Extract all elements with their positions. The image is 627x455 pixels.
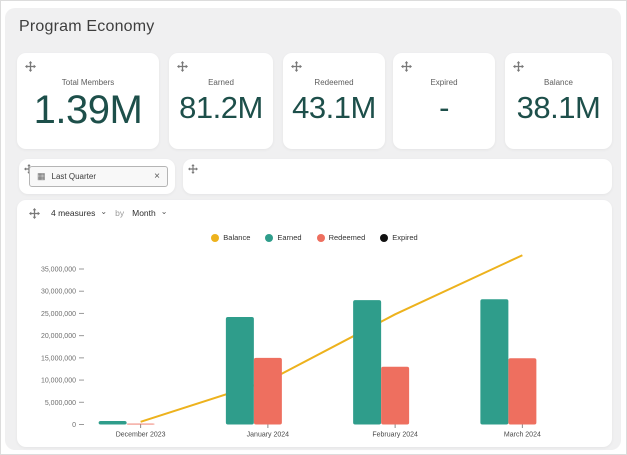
- legend-label: Expired: [392, 233, 417, 242]
- svg-text:25,000,000: 25,000,000: [41, 311, 76, 318]
- legend-dot: [380, 234, 388, 242]
- legend-label: Balance: [223, 233, 250, 242]
- kpi-card-expired: Expired -: [393, 53, 495, 149]
- calendar-icon: ▦: [37, 172, 46, 181]
- kpi-value: 81.2M: [179, 90, 263, 126]
- kpi-label: Earned: [208, 78, 234, 87]
- date-filter-chip[interactable]: ▦ Last Quarter ×: [29, 166, 168, 187]
- svg-text:30,000,000: 30,000,000: [41, 289, 76, 296]
- svg-text:20,000,000: 20,000,000: [41, 333, 76, 340]
- date-filter-card: ▦ Last Quarter ×: [19, 159, 175, 194]
- move-icon[interactable]: [513, 61, 524, 72]
- chevron-down-icon[interactable]: ⌄: [100, 207, 107, 216]
- svg-text:March 2024: March 2024: [504, 432, 541, 439]
- chart-legend: Balance Earned Redeemed Expired: [17, 233, 612, 242]
- legend-item-earned[interactable]: Earned: [265, 233, 301, 242]
- legend-item-balance[interactable]: Balance: [211, 233, 250, 242]
- measures-dropdown[interactable]: 4 measures: [51, 208, 95, 218]
- kpi-value: 1.39M: [34, 88, 143, 133]
- legend-label: Earned: [277, 233, 301, 242]
- kpi-card-total-members: Total Members 1.39M: [17, 53, 159, 149]
- svg-text:35,000,000: 35,000,000: [41, 267, 76, 274]
- kpi-value: 38.1M: [517, 90, 601, 126]
- move-icon[interactable]: [29, 208, 40, 219]
- economy-chart-card: 0 5,000,000 10,000,000 15,000,000 20,000,000…: [17, 200, 612, 447]
- move-icon[interactable]: [25, 61, 36, 72]
- kpi-card-balance: Balance 38.1M: [505, 53, 612, 149]
- date-filter-label: Last Quarter: [52, 172, 96, 181]
- page-title: Program Economy: [19, 18, 155, 36]
- legend-dot: [265, 234, 273, 242]
- kpi-value: 43.1M: [292, 90, 376, 126]
- kpi-label: Redeemed: [314, 78, 353, 87]
- kpi-label: Balance: [544, 78, 573, 87]
- legend-dot: [211, 234, 219, 242]
- legend-dot: [317, 234, 325, 242]
- move-icon[interactable]: [177, 61, 188, 72]
- svg-text:0: 0: [72, 422, 76, 429]
- close-icon[interactable]: ×: [154, 172, 160, 182]
- chevron-down-icon[interactable]: ⌄: [161, 207, 168, 216]
- by-label: by: [115, 208, 124, 218]
- dashboard-frame: Program Economy Total Members 1.39M Earn…: [0, 0, 627, 455]
- move-icon[interactable]: [188, 164, 198, 174]
- move-icon[interactable]: [401, 61, 412, 72]
- legend-item-expired[interactable]: Expired: [380, 233, 417, 242]
- svg-text:January 2024: January 2024: [247, 432, 290, 439]
- chart-controls: 4 measures ⌄ by Month ⌄: [29, 206, 167, 220]
- kpi-card-earned: Earned 81.2M: [169, 53, 273, 149]
- svg-text:10,000,000: 10,000,000: [41, 378, 76, 385]
- kpi-label: Total Members: [62, 78, 114, 87]
- legend-item-redeemed[interactable]: Redeemed: [317, 233, 366, 242]
- svg-text:February 2024: February 2024: [372, 432, 418, 439]
- legend-label: Redeemed: [329, 233, 366, 242]
- kpi-card-redeemed: Redeemed 43.1M: [283, 53, 385, 149]
- svg-text:15,000,000: 15,000,000: [41, 355, 76, 362]
- group-by-dropdown[interactable]: Month: [132, 208, 156, 218]
- svg-text:December 2023: December 2023: [116, 432, 166, 439]
- svg-text:5,000,000: 5,000,000: [45, 400, 76, 407]
- move-icon[interactable]: [291, 61, 302, 72]
- kpi-label: Expired: [430, 78, 457, 87]
- kpi-value: -: [439, 90, 449, 126]
- empty-filter-card: [183, 159, 612, 194]
